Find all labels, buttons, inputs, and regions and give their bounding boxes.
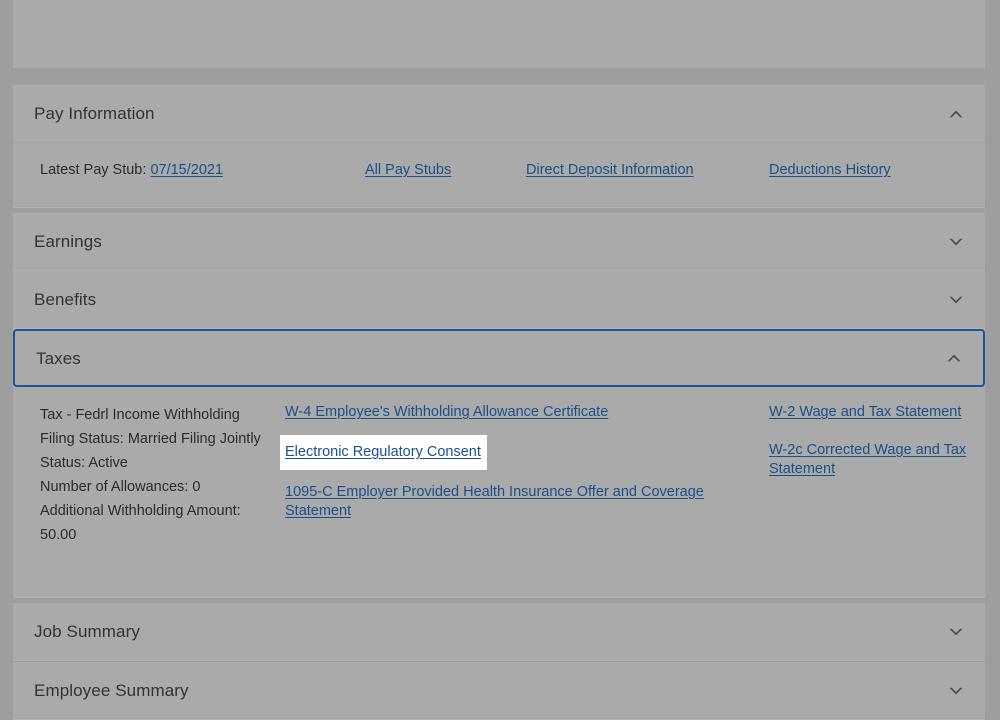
- chevron-down-icon[interactable]: [945, 289, 967, 311]
- section-benefits: Benefits: [13, 271, 985, 329]
- form-1095c-link[interactable]: 1095-C Employer Provided Health Insuranc…: [285, 484, 704, 519]
- w2c-statement-link[interactable]: W-2c Corrected Wage and Tax Statement: [769, 442, 966, 477]
- w2c-statement-row: W-2c Corrected Wage and Tax Statement: [769, 441, 984, 479]
- section-earnings: Earnings: [13, 213, 985, 271]
- latest-pay-stub-label: Latest Pay Stub:: [40, 162, 147, 178]
- section-employee-summary: Employee Summary: [13, 662, 985, 720]
- latest-pay-stub: Latest Pay Stub: 07/15/2021: [40, 162, 223, 178]
- electronic-regulatory-consent-row: Electronic Regulatory Consent: [280, 435, 740, 470]
- employee-summary-title: Employee Summary: [34, 681, 189, 700]
- w4-form-link[interactable]: W-4 Employee's Withholding Allowance Cer…: [285, 404, 608, 420]
- pay-information-header[interactable]: Pay Information: [13, 85, 985, 143]
- tax-additional-withholding-amount: Additional Withholding Amount: 50.00: [40, 503, 241, 543]
- job-summary-header[interactable]: Job Summary: [13, 603, 985, 661]
- tax-forms-column: W-4 Employee's Withholding Allowance Cer…: [280, 403, 740, 521]
- electronic-regulatory-consent-highlight: Electronic Regulatory Consent: [280, 435, 487, 470]
- employee-summary-header[interactable]: Employee Summary: [13, 662, 985, 720]
- earnings-header[interactable]: Earnings: [13, 213, 985, 271]
- taxes-body: Tax - Fedrl Income Withholding Filing St…: [13, 387, 985, 598]
- chevron-down-icon[interactable]: [945, 680, 967, 702]
- chevron-down-icon[interactable]: [945, 231, 967, 253]
- tax-filing-status: Filing Status: Married Filing Jointly: [40, 431, 261, 447]
- taxes-title: Taxes: [36, 348, 81, 368]
- direct-deposit-cell: Direct Deposit Information: [526, 162, 694, 178]
- page-root: Pay Information Latest Pay Stub: 07/15/2…: [0, 0, 1000, 720]
- tax-number-of-allowances: Number of Allowances: 0: [40, 479, 201, 495]
- chevron-up-icon[interactable]: [943, 347, 965, 369]
- pay-information-links-row: Latest Pay Stub: 07/15/2021 All Pay Stub…: [13, 143, 985, 207]
- w4-form-row: W-4 Employee's Withholding Allowance Cer…: [285, 403, 740, 422]
- form-1095c-row: 1095-C Employer Provided Health Insuranc…: [285, 483, 740, 521]
- electronic-regulatory-consent-link[interactable]: Electronic Regulatory Consent: [285, 444, 481, 460]
- chevron-up-icon[interactable]: [945, 103, 967, 125]
- w2-statement-link[interactable]: W-2 Wage and Tax Statement: [769, 404, 961, 420]
- benefits-title: Benefits: [34, 290, 97, 309]
- pay-information-body: Latest Pay Stub: 07/15/2021 All Pay Stub…: [13, 143, 985, 208]
- deductions-history-link[interactable]: Deductions History: [769, 162, 891, 178]
- tax-status: Status: Active: [40, 455, 128, 471]
- all-pay-stubs-cell: All Pay Stubs: [365, 162, 451, 178]
- chevron-down-icon[interactable]: [945, 621, 967, 643]
- earnings-title: Earnings: [34, 232, 102, 251]
- direct-deposit-information-link[interactable]: Direct Deposit Information: [526, 162, 694, 178]
- tax-details-column: Tax - Fedrl Income Withholding Filing St…: [40, 403, 275, 547]
- taxes-header[interactable]: Taxes: [13, 329, 985, 387]
- w2-statement-row: W-2 Wage and Tax Statement: [769, 403, 984, 422]
- scrolled-panel-above: [13, 0, 985, 68]
- deductions-history-cell: Deductions History: [769, 162, 891, 178]
- benefits-header[interactable]: Benefits: [13, 271, 985, 329]
- section-job-summary: Job Summary: [13, 603, 985, 661]
- section-taxes: Taxes Tax - Fedrl Income Withholding Fil…: [13, 329, 985, 598]
- latest-pay-stub-date-link[interactable]: 07/15/2021: [150, 162, 223, 178]
- pay-information-title: Pay Information: [34, 104, 155, 123]
- all-pay-stubs-link[interactable]: All Pay Stubs: [365, 162, 451, 178]
- section-pay-information: Pay Information Latest Pay Stub: 07/15/2…: [13, 85, 985, 208]
- job-summary-title: Job Summary: [34, 622, 140, 641]
- tax-statements-column: W-2 Wage and Tax Statement W-2c Correcte…: [769, 403, 984, 498]
- tax-type: Tax - Fedrl Income Withholding: [40, 407, 240, 423]
